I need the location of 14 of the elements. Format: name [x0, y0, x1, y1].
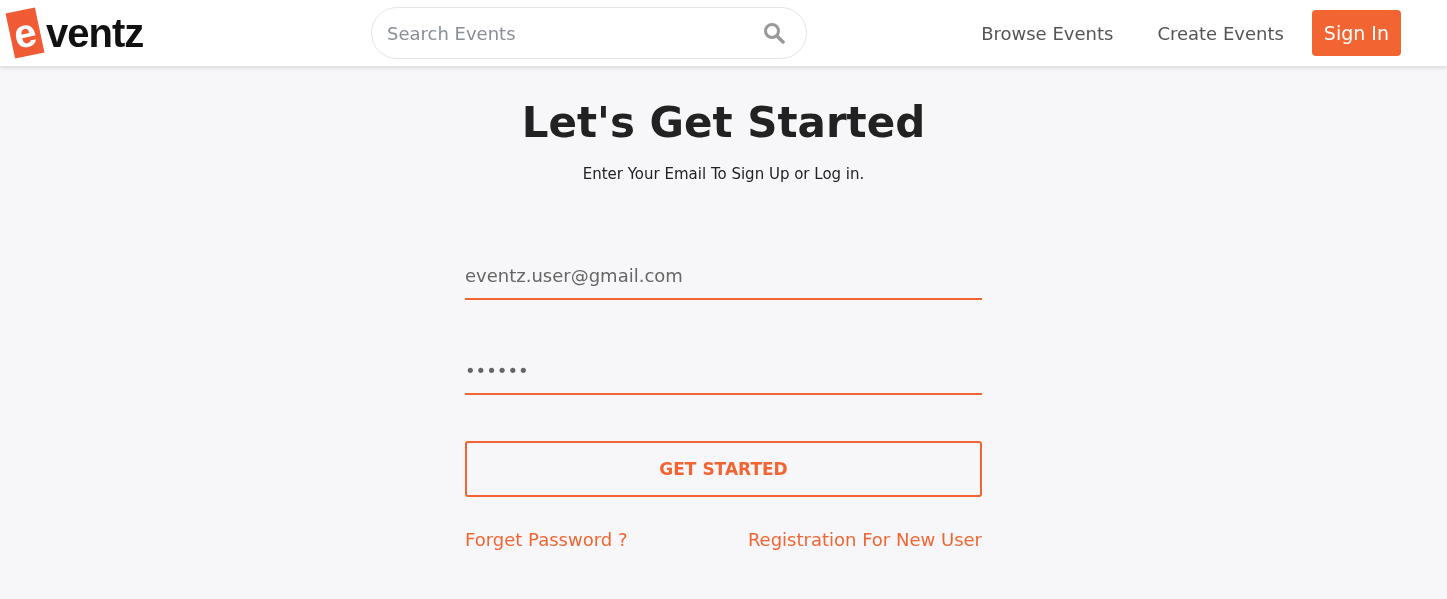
- search-icon[interactable]: [763, 22, 785, 44]
- nav-link[interactable]: Create Events: [1157, 22, 1284, 44]
- form-link[interactable]: Forget Password ?: [465, 529, 628, 550]
- nav-link[interactable]: Browse Events: [981, 22, 1114, 44]
- subtitle: Enter Your Email To Sign Up or Log in.: [582, 165, 865, 183]
- get-started-button[interactable]: GET STARTED: [465, 441, 982, 497]
- form-link[interactable]: Registration For New User: [747, 529, 982, 550]
- logo-mark: e: [5, 7, 45, 59]
- email-field[interactable]: eventz.user@gmail.com: [465, 261, 982, 300]
- password-field[interactable]: ••••••: [465, 356, 982, 395]
- logo-text: ventz: [46, 10, 144, 56]
- sign-in-button[interactable]: Sign In: [1311, 10, 1401, 56]
- search-field[interactable]: Search Events: [371, 7, 807, 59]
- page-title: Let's Get Started: [521, 98, 926, 147]
